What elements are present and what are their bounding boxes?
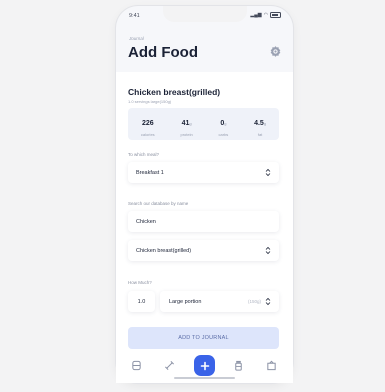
bottle-icon: [234, 360, 242, 371]
portion-value: Large portion: [169, 298, 202, 305]
home-indicator: [174, 377, 235, 379]
macro-value: 4.5: [254, 119, 264, 127]
search-label: Search our database by name: [128, 201, 189, 206]
search-input[interactable]: Chicken: [128, 211, 279, 232]
search-query: Chicken: [136, 218, 156, 225]
macros-panel: 226 calories 41g protein 0g carbs 4.5g f…: [128, 108, 279, 140]
tab-workouts[interactable]: [163, 359, 175, 371]
macro-label: carbs: [218, 131, 229, 137]
macro-label: fat: [257, 131, 263, 137]
meal-label: To which meal?: [128, 152, 160, 157]
macro-fat: 4.5g fat: [254, 112, 266, 137]
chevron-updown-icon: [265, 246, 271, 255]
macro-carbs: 0g carbs: [219, 112, 229, 137]
chevron-updown-icon: [265, 297, 271, 306]
macro-label: calories: [140, 131, 155, 137]
macro-unit: g: [263, 120, 267, 126]
meal-value: Breakfast 1: [136, 169, 164, 176]
dumbbell-icon: [164, 360, 174, 370]
chevron-updown-icon: [265, 168, 271, 177]
portion-select[interactable]: Large portion (150g): [160, 291, 279, 312]
portion-grams: (150g): [247, 299, 261, 304]
quantity-label: How Much?: [128, 280, 152, 285]
quantity-input[interactable]: 1.0: [128, 291, 155, 312]
macro-value: 226: [141, 119, 154, 127]
macro-calories: 226 calories: [141, 112, 155, 137]
search-result-value: Chicken breast(grilled): [136, 247, 192, 254]
tab-supplements[interactable]: [232, 359, 244, 371]
tab-journal[interactable]: [130, 359, 142, 371]
macro-label: protein: [180, 131, 193, 137]
macro-protein: 41g protein: [180, 112, 192, 137]
macro-unit: g: [224, 120, 227, 126]
add-to-journal-button[interactable]: ADD TO JOURNAL: [128, 327, 279, 349]
serving-info: 1.0 servings large(150g): [128, 99, 172, 104]
box-icon: [266, 360, 276, 370]
journal-icon: [131, 360, 141, 370]
plus-icon: [200, 361, 209, 370]
meal-select[interactable]: Breakfast 1: [128, 162, 279, 183]
macro-unit: g: [189, 120, 192, 126]
content-layer: Chicken breast(grilled) 1.0 servings lar…: [116, 6, 293, 383]
food-title: Chicken breast(grilled): [128, 87, 221, 97]
add-button[interactable]: [194, 355, 215, 376]
tab-profile[interactable]: [265, 359, 277, 371]
search-result-select[interactable]: Chicken breast(grilled): [128, 240, 279, 261]
